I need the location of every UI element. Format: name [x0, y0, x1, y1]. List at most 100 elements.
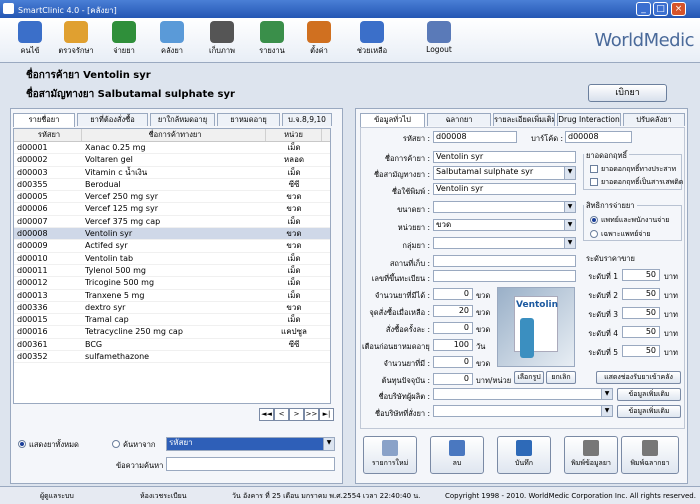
unit-select[interactable]: ขวด ▼ — [433, 219, 576, 231]
maximize-button[interactable]: □ — [653, 2, 668, 16]
trade-label: ชื่อการค้ายา : — [384, 154, 430, 163]
column-header-name[interactable]: ชื่อการค้าทางยา — [82, 129, 266, 141]
table-row[interactable]: d00016 Tetracycline 250 mg cap แคปซูล — [14, 326, 330, 339]
action-button-2[interactable]: บันทึก — [497, 436, 551, 474]
search-by-radio[interactable] — [112, 440, 120, 448]
table-row[interactable]: d00009 Actifed syr ขวด — [14, 240, 330, 253]
toolbar-pill-button[interactable]: คลังยา — [148, 21, 196, 57]
warn-input[interactable]: 100 — [433, 339, 473, 351]
cell-name: Vitamin c น้ำเงิน — [85, 167, 148, 177]
nav-button-4[interactable]: ►| — [319, 408, 334, 421]
tab-left-tabs-4[interactable]: บ.จ.8,9,10 — [282, 113, 332, 126]
toolbar-help-button[interactable]: ช่วยเหลือ — [348, 21, 396, 57]
generic-select[interactable]: Salbutamal sulphate syr ▼ — [433, 166, 576, 180]
price-level-input[interactable]: 50 — [622, 269, 660, 281]
group-select[interactable]: ▼ — [433, 237, 576, 249]
action-button-3[interactable]: พิมพ์ข้อมูลยา — [564, 436, 618, 474]
close-button[interactable]: × — [671, 2, 686, 16]
barcode-label: บาร์โค้ด : — [531, 134, 563, 143]
show-all-radio[interactable] — [18, 440, 26, 448]
table-row[interactable]: d00013 Tranxene 5 mg เม็ด — [14, 290, 330, 302]
cell-code: d00361 — [17, 339, 48, 349]
tab-right-tabs-1[interactable]: ฉลากยา — [427, 113, 491, 126]
toolbar-doctor-button[interactable]: ตรวจรักษา — [52, 21, 100, 57]
reorder-input[interactable]: 20 — [433, 305, 473, 317]
tab-left-tabs-3[interactable]: ยาหมดอายุ — [217, 113, 280, 126]
table-row[interactable]: d00015 Tramal cap เม็ด — [14, 314, 330, 327]
doctor-and-staff-radio[interactable] — [590, 216, 598, 224]
toolbar-camera-button[interactable]: เก็บภาพ — [198, 21, 246, 57]
table-row[interactable]: d00001 Xanac 0.25 mg เม็ด — [14, 142, 330, 155]
price-level-input[interactable]: 50 — [622, 345, 660, 357]
price-level-unit: บาท — [664, 291, 678, 300]
tab-left-tabs-2[interactable]: ยาใกล้หมดอายุ — [150, 113, 215, 126]
table-row[interactable]: d00012 Tricogine 500 mg เม็ด — [14, 277, 330, 290]
delete-icon — [449, 440, 465, 456]
order-input[interactable]: 0 — [433, 322, 473, 334]
table-row[interactable]: d00336 dextro syr ขวด — [14, 302, 330, 315]
table-row[interactable]: d00361 BCG ซีซี — [14, 339, 330, 352]
action-button-1[interactable]: ลบ — [430, 436, 484, 474]
search-field-select[interactable]: รหัสยา ▼ — [166, 437, 335, 451]
count-input[interactable]: 0 — [433, 356, 473, 368]
column-header-code[interactable]: รหัสยา — [14, 129, 82, 141]
price-level-input[interactable]: 50 — [622, 288, 660, 300]
table-row[interactable]: d00002 Voltaren gel หลอด — [14, 154, 330, 167]
narcotic-checkbox[interactable] — [590, 165, 598, 173]
place-input[interactable] — [433, 255, 576, 267]
choose-image-button[interactable]: เลือกรูป — [514, 371, 544, 384]
action-button-0[interactable]: รายการใหม่ — [363, 436, 417, 474]
withdraw-drug-button[interactable]: เบิกยา — [588, 84, 667, 102]
doctor-only-radio[interactable] — [590, 230, 598, 238]
table-row[interactable]: d00007 Vercef 375 mg cap เม็ด — [14, 216, 330, 229]
maker-more-button[interactable]: ข้อมูลเพิ่มเติม — [617, 388, 681, 401]
drug-list-table[interactable]: รหัสยา ชื่อการค้าทางยา หน่วย d00001 Xanac… — [13, 128, 331, 404]
tab-right-tabs-4[interactable]: ปรับคลังยา — [623, 113, 685, 126]
seller-select[interactable]: ▼ — [433, 405, 613, 417]
cell-code: d00013 — [17, 290, 48, 300]
toolbar-label: คลังยา — [161, 46, 183, 55]
table-row[interactable]: d00355 Berodual ซีซี — [14, 179, 330, 192]
table-row[interactable]: d00006 Vercef 125 mg syr ขวด — [14, 203, 330, 216]
table-row[interactable]: d00005 Vercef 250 mg syr ขวด — [14, 191, 330, 204]
action-button-4[interactable]: พิมพ์ฉลากยา — [621, 436, 679, 474]
nav-button-1[interactable]: < — [274, 408, 289, 421]
toolbar-logout-button[interactable]: Logout — [415, 21, 463, 54]
code-input[interactable]: d00008 — [433, 131, 517, 143]
table-row[interactable]: d00003 Vitamin c น้ำเงิน เม็ด — [14, 167, 330, 179]
addictive-checkbox[interactable] — [590, 178, 598, 186]
trade-input[interactable]: Ventolin syr — [433, 151, 576, 163]
nav-button-3[interactable]: >> — [304, 408, 319, 421]
table-row[interactable]: d00011 Tylenol 500 mg เม็ด — [14, 265, 330, 278]
tab-left-tabs-0[interactable]: รายชื่อยา — [13, 113, 75, 127]
print-name-input[interactable]: Ventolin syr — [433, 183, 576, 195]
table-row[interactable]: d00008 Ventolin syr ขวด — [14, 228, 330, 241]
table-row[interactable]: d00352 sulfamethazone — [14, 351, 330, 364]
toolbar-settings-button[interactable]: ตั้งค่า — [295, 21, 343, 57]
minimize-button[interactable]: _ — [636, 2, 651, 16]
table-row[interactable]: d00010 Ventolin tab เม็ด — [14, 253, 330, 265]
toolbar-patient-button[interactable]: คนไข้ — [6, 21, 54, 57]
cancel-image-button[interactable]: ยกเลิก — [546, 371, 576, 384]
column-header-unit[interactable]: หน่วย — [266, 129, 322, 141]
search-text-input[interactable] — [166, 457, 335, 471]
tab-right-tabs-3[interactable]: Drug Interaction — [557, 113, 621, 126]
toolbar-dispense-button[interactable]: จ่ายยา — [100, 21, 148, 57]
registration-input[interactable] — [433, 270, 576, 282]
cost-input[interactable]: 0 — [433, 373, 473, 385]
nav-button-0[interactable]: ◄◄ — [259, 408, 274, 421]
barcode-input[interactable]: d00008 — [565, 131, 632, 143]
maker-select[interactable]: ▼ — [433, 388, 613, 400]
seller-more-button[interactable]: ข้อมูลเพิ่มเติม — [617, 405, 681, 418]
toolbar-report-chart-button[interactable]: รายงาน — [248, 21, 296, 57]
size-select[interactable]: ▼ — [433, 201, 576, 213]
price-level-input[interactable]: 50 — [622, 307, 660, 319]
tab-left-tabs-1[interactable]: ยาที่ต้องสั่งซื้อ — [77, 113, 148, 126]
price-level-input[interactable]: 50 — [622, 326, 660, 338]
action-button-label: พิมพ์ฉลากยา — [630, 459, 670, 467]
tab-right-tabs-2[interactable]: รายละเอียดเพิ่มเติม — [493, 113, 555, 126]
remain-input[interactable]: 0 — [433, 288, 473, 300]
show-receive-button[interactable]: แสดงช่องรับยาเข้าคลัง — [596, 371, 681, 384]
nav-button-2[interactable]: > — [289, 408, 304, 421]
tab-right-tabs-0[interactable]: ข้อมูลทั่วไป — [360, 113, 425, 127]
